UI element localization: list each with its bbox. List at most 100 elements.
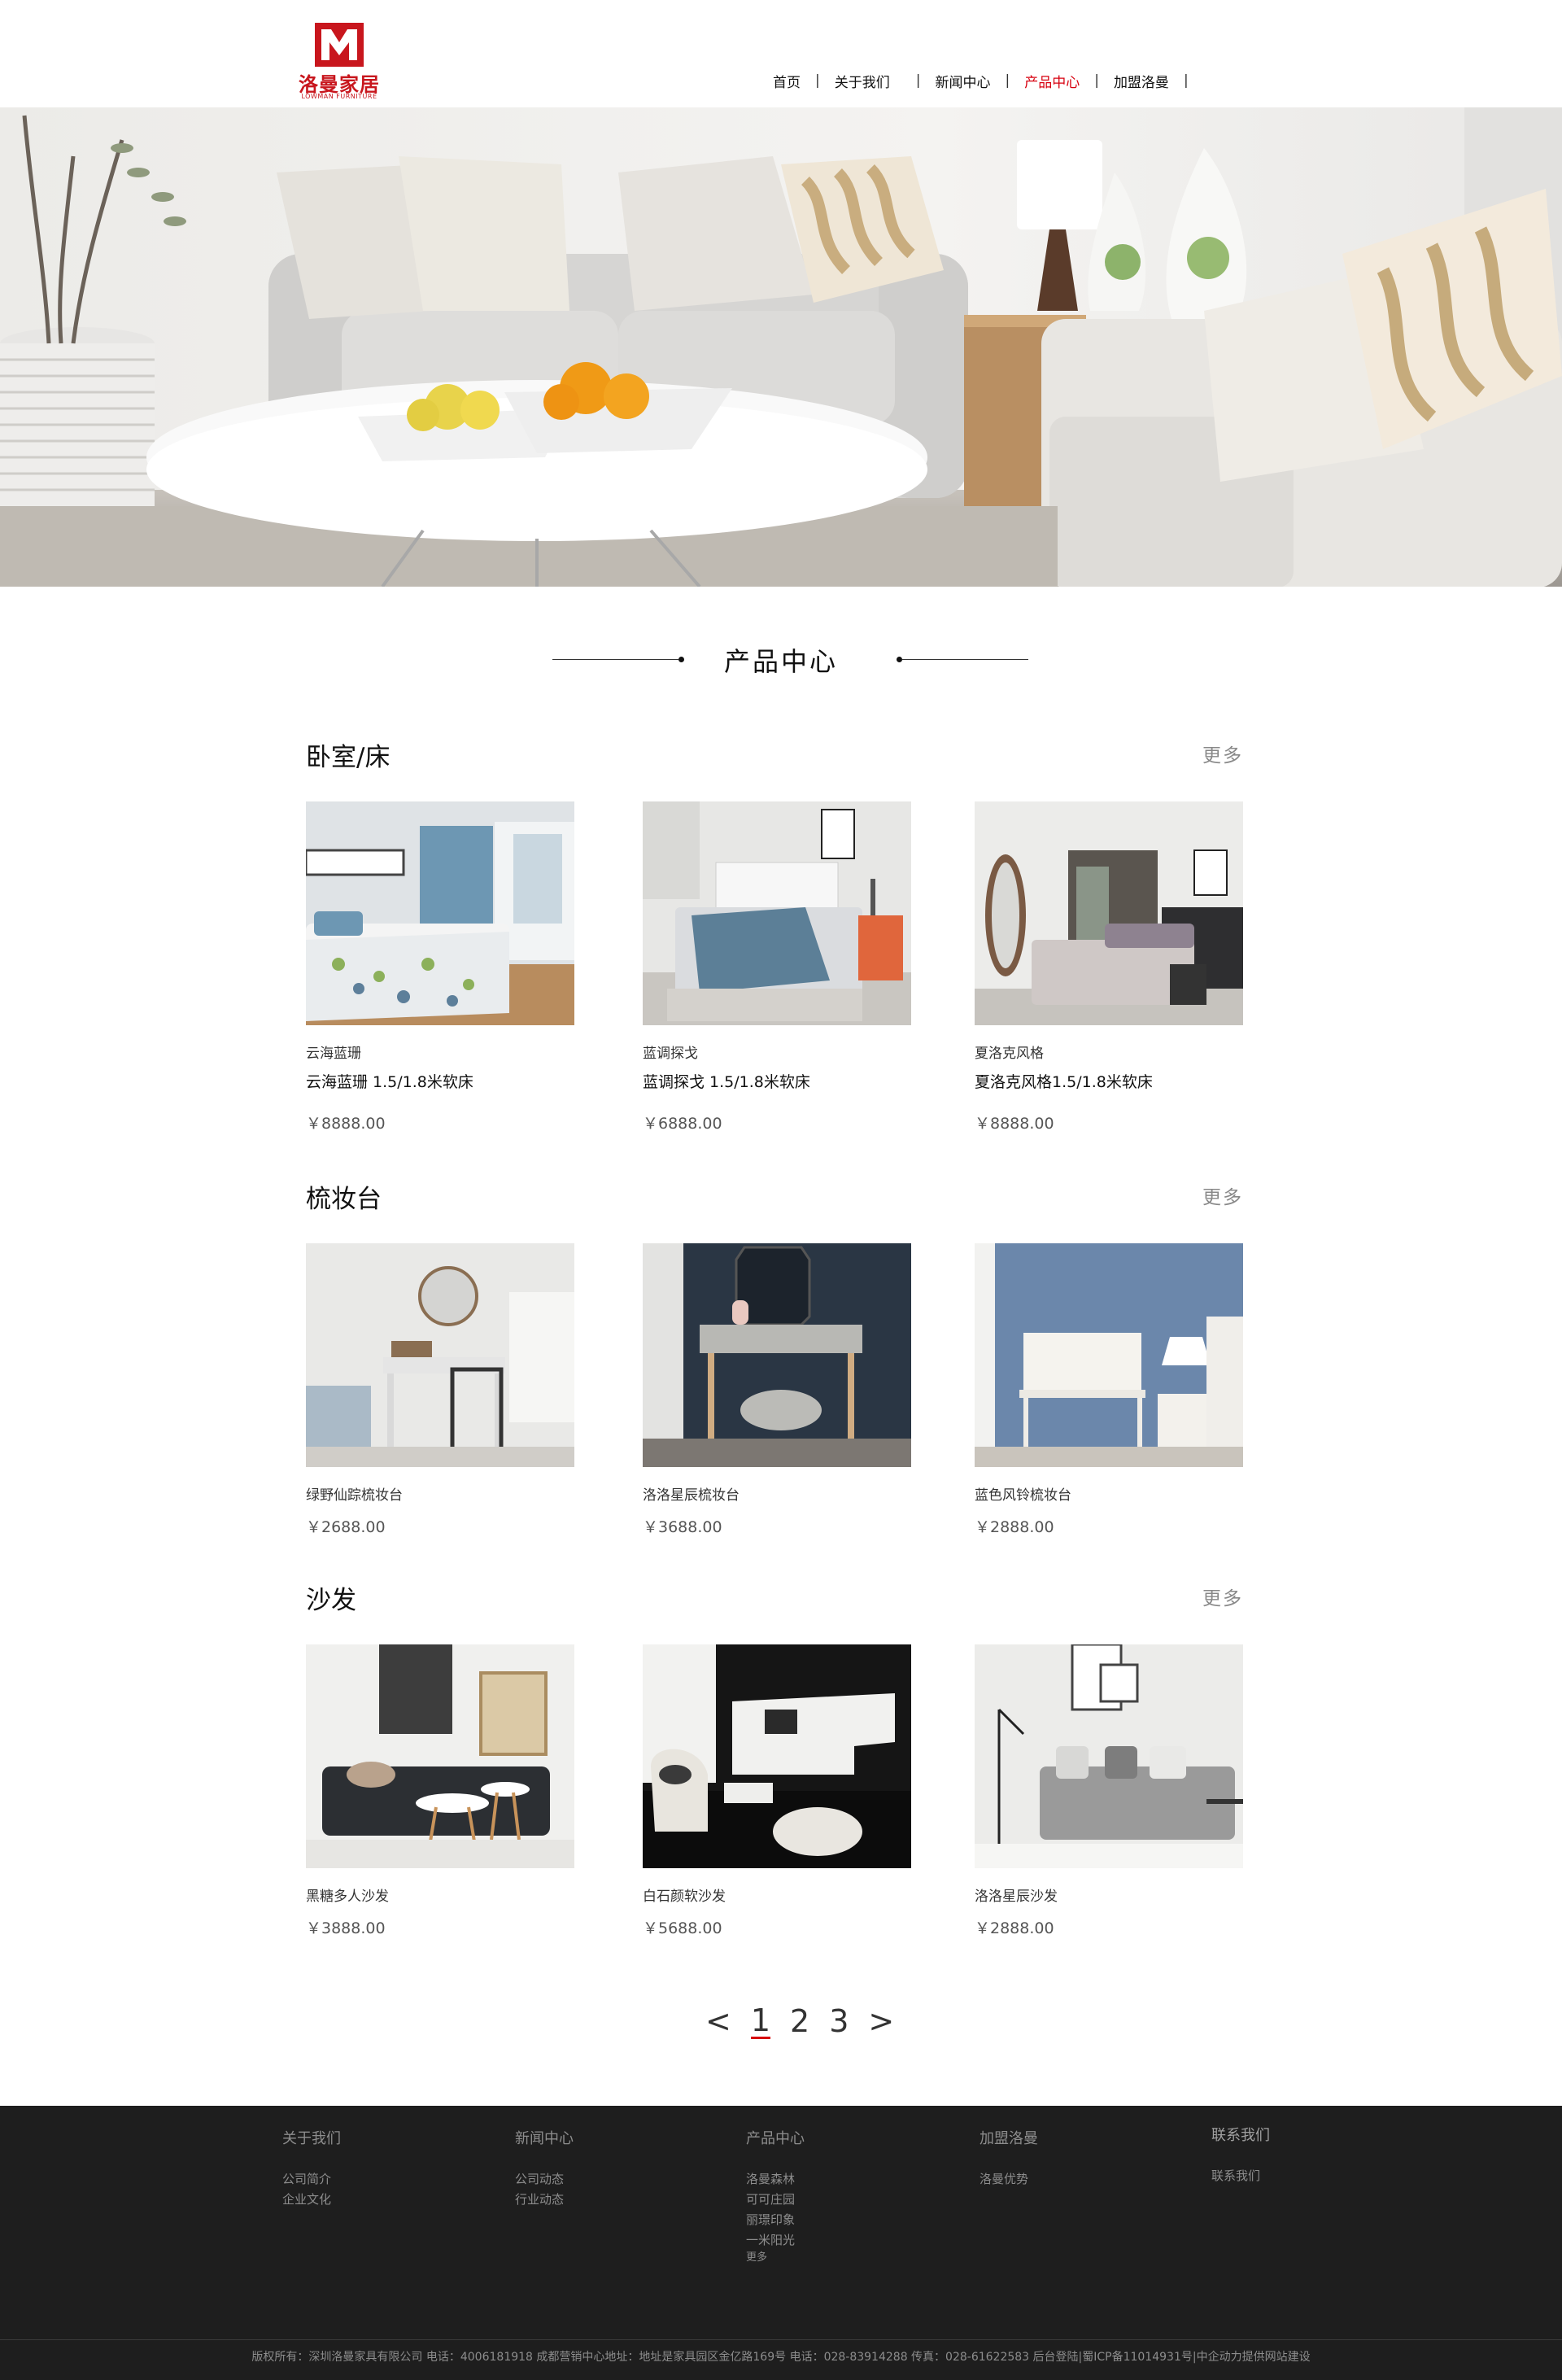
footer-link[interactable]: 洛曼优势 (980, 2169, 1038, 2190)
site-header: 洛曼家居 LOWMAN FURNITURE 首页 | 关于我们 | 新闻中心 |… (0, 0, 1562, 107)
product-price: ￥5688.00 (643, 1919, 722, 1937)
product-card[interactable]: 绿野仙踪梳妆台 ￥2688.00 (306, 1243, 574, 1537)
product-image[interactable] (975, 1644, 1243, 1868)
product-image[interactable] (643, 1243, 911, 1467)
site-footer: 关于我们 公司简介 企业文化 新闻中心 公司动态 行业动态 产品中心 洛曼森林 … (0, 2106, 1562, 2380)
footer-column-contact: 联系我们 联系我们 (1211, 2124, 1270, 2186)
next-page-button[interactable]: > (868, 2003, 894, 2039)
product-category: 洛洛星辰梳妆台 (643, 1487, 740, 1504)
product-card[interactable]: 白石颜软沙发 ￥5688.00 (643, 1644, 911, 1938)
title-dot-right (897, 657, 902, 662)
nav-item-products[interactable]: 产品中心 (1024, 71, 1080, 91)
brand-logo[interactable]: 洛曼家居 LOWMAN FURNITURE (295, 23, 384, 103)
footer-column-products: 产品中心 洛曼森林 可可庄园 丽璟印象 一米阳光 更多 (746, 2127, 805, 2265)
product-price: ￥2888.00 (975, 1919, 1054, 1937)
category-bedroom: 卧室/床 更多 云海蓝珊 云海蓝珊 1.5/1.8米软床 ￥8888.00 蓝调… (306, 736, 1243, 1133)
category-sofa: 沙发 更多 黑糖多人沙发 ￥3888.00 白石颜软沙发 ￥5688.00 洛洛… (306, 1579, 1243, 1945)
product-price: ￥2888.00 (975, 1518, 1054, 1536)
footer-link[interactable]: 联系我们 (1211, 2166, 1270, 2186)
footer-column-title[interactable]: 产品中心 (746, 2127, 805, 2148)
footer-column-about: 关于我们 公司简介 企业文化 (282, 2127, 341, 2210)
product-image[interactable] (643, 801, 911, 1025)
product-category: 白石颜软沙发 (643, 1889, 726, 1905)
more-link[interactable]: 更多 (1202, 740, 1243, 767)
nav-separator: | (815, 72, 820, 89)
footer-link[interactable]: 可可庄园 (746, 2190, 805, 2210)
product-name[interactable]: 蓝调探戈 1.5/1.8米软床 (643, 1070, 911, 1092)
category-title: 沙发 (306, 1586, 356, 1615)
section-header: 产品中心 (0, 635, 1562, 683)
more-link[interactable]: 更多 (1202, 1181, 1243, 1209)
product-image[interactable] (643, 1644, 911, 1868)
nav-item-join[interactable]: 加盟洛曼 (1114, 71, 1169, 91)
copyright-text: 版权所有：深圳洛曼家具有限公司 电话：4006181918 成都营销中心地址：地… (251, 2351, 1311, 2364)
product-category: 夏洛克风格 (975, 1046, 1044, 1062)
product-category: 黑糖多人沙发 (306, 1889, 389, 1905)
footer-column-title[interactable]: 新闻中心 (515, 2127, 574, 2148)
product-card[interactable]: 洛洛星辰沙发 ￥2888.00 (975, 1644, 1243, 1938)
product-image[interactable] (306, 801, 574, 1025)
nav-separator: | (1183, 72, 1189, 89)
main-nav: 首页 | 关于我们 | 新闻中心 | 产品中心 | 加盟洛曼 | (773, 70, 1203, 91)
product-image[interactable] (975, 1243, 1243, 1467)
pagination: < 1 2 3 > (696, 2003, 904, 2039)
nav-separator: | (915, 72, 921, 89)
nav-item-about[interactable]: 关于我们 (835, 71, 890, 91)
product-price: ￥3688.00 (643, 1518, 722, 1536)
footer-column-join: 加盟洛曼 洛曼优势 (980, 2127, 1038, 2190)
nav-item-news[interactable]: 新闻中心 (935, 71, 990, 91)
footer-link[interactable]: 公司简介 (282, 2169, 341, 2190)
footer-column-title[interactable]: 联系我们 (1211, 2124, 1270, 2145)
product-card[interactable]: 黑糖多人沙发 ￥3888.00 (306, 1644, 574, 1938)
nav-separator: | (1005, 72, 1010, 89)
logo-mark-icon (315, 23, 364, 67)
title-line-left (552, 659, 678, 660)
product-category: 洛洛星辰沙发 (975, 1889, 1058, 1905)
product-card[interactable]: 蓝调探戈 蓝调探戈 1.5/1.8米软床 ￥6888.00 (643, 801, 911, 1133)
section-title: 产品中心 (723, 646, 838, 677)
footer-link[interactable]: 一米阳光 (746, 2230, 805, 2251)
footer-link[interactable]: 行业动态 (515, 2190, 574, 2210)
product-category: 绿野仙踪梳妆台 (306, 1487, 403, 1504)
product-price: ￥8888.00 (975, 1115, 1054, 1133)
title-line-right (902, 659, 1028, 660)
product-category: 云海蓝珊 (306, 1046, 361, 1062)
footer-more-link[interactable]: 更多 (746, 2251, 805, 2265)
more-link[interactable]: 更多 (1202, 1583, 1243, 1610)
product-card[interactable]: 蓝色风铃梳妆台 ￥2888.00 (975, 1243, 1243, 1537)
product-card[interactable]: 夏洛克风格 夏洛克风格1.5/1.8米软床 ￥8888.00 (975, 801, 1243, 1133)
hero-banner (0, 107, 1562, 587)
nav-item-home[interactable]: 首页 (773, 71, 801, 91)
product-category: 蓝调探戈 (643, 1046, 698, 1062)
footer-column-title[interactable]: 关于我们 (282, 2127, 341, 2148)
product-image[interactable] (306, 1644, 574, 1868)
product-card[interactable]: 洛洛星辰梳妆台 ￥3688.00 (643, 1243, 911, 1537)
product-price: ￥3888.00 (306, 1919, 386, 1937)
product-name[interactable]: 夏洛克风格1.5/1.8米软床 (975, 1070, 1243, 1092)
category-title: 卧室/床 (306, 743, 390, 772)
footer-column-news: 新闻中心 公司动态 行业动态 (515, 2127, 574, 2210)
brand-name-en: LOWMAN FURNITURE (301, 93, 377, 100)
product-category: 蓝色风铃梳妆台 (975, 1487, 1071, 1504)
title-dot-left (678, 657, 684, 662)
product-price: ￥2688.00 (306, 1518, 386, 1536)
product-price: ￥6888.00 (643, 1115, 722, 1133)
category-title: 梳妆台 (306, 1185, 382, 1214)
footer-divider (0, 2339, 1562, 2340)
product-card[interactable]: 云海蓝珊 云海蓝珊 1.5/1.8米软床 ￥8888.00 (306, 801, 574, 1133)
product-image[interactable] (306, 1243, 574, 1467)
footer-link[interactable]: 公司动态 (515, 2169, 574, 2190)
footer-link[interactable]: 洛曼森林 (746, 2169, 805, 2190)
page-3-button[interactable]: 3 (829, 2003, 849, 2039)
product-image[interactable] (975, 801, 1243, 1025)
footer-link[interactable]: 丽璟印象 (746, 2210, 805, 2230)
footer-link[interactable]: 企业文化 (282, 2190, 341, 2210)
page-1-button[interactable]: 1 (750, 2004, 771, 2039)
page-2-button[interactable]: 2 (790, 2003, 809, 2039)
product-name[interactable]: 云海蓝珊 1.5/1.8米软床 (306, 1070, 574, 1092)
living-room-banner-image (0, 107, 1562, 587)
nav-separator: | (1094, 72, 1099, 89)
footer-column-title[interactable]: 加盟洛曼 (980, 2127, 1038, 2148)
prev-page-button[interactable]: < (705, 2003, 731, 2039)
product-price: ￥8888.00 (306, 1115, 386, 1133)
